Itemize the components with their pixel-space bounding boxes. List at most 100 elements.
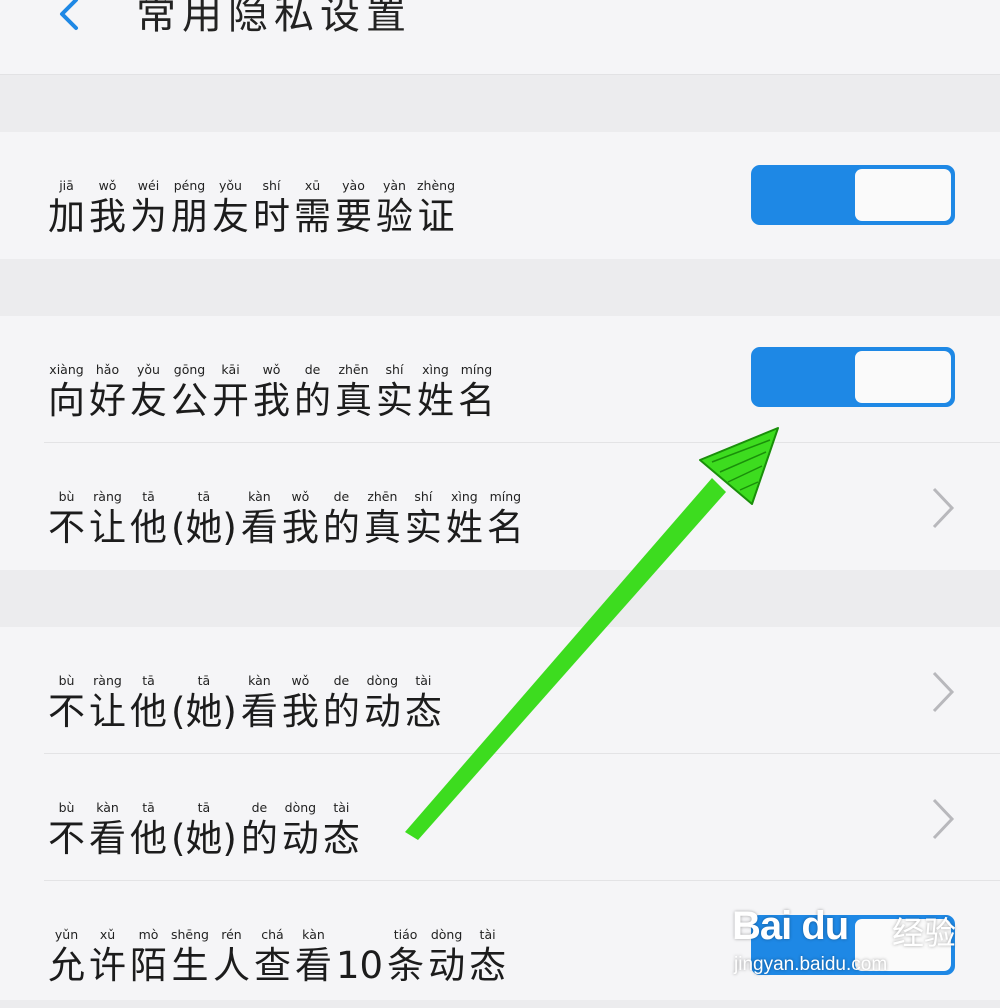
label-char: 动dòng [363, 673, 401, 733]
pinyin: mò [130, 927, 167, 942]
pinyin: tài [469, 927, 507, 942]
pinyin: de [294, 362, 331, 377]
pinyin: dòng [428, 927, 466, 942]
chevron-right-icon [932, 671, 955, 713]
pinyin: bù [48, 489, 85, 504]
label-char: 开kāi [212, 362, 249, 422]
label-char: 公gōng [171, 362, 208, 422]
label-char: 看kàn [294, 927, 332, 987]
label-char: 不bù [48, 800, 85, 860]
label-char: 友yǒu [130, 362, 167, 422]
public-real-name-toggle[interactable] [751, 347, 955, 407]
pinyin: xǔ [89, 927, 126, 942]
toggle-knob [855, 169, 951, 221]
label-char: 态tài [322, 800, 360, 860]
label-char: 的de [240, 800, 278, 860]
label-char: 姓xìng [445, 489, 483, 549]
label-char: (她)tā [171, 800, 237, 860]
label-char: 我wǒ [281, 489, 319, 549]
setting-label: 允yǔn 许xǔ 陌mò 生shēng 人rén 查chá 看kàn 10 条tiáo 动dòn… [48, 927, 510, 984]
label-char: 姓xìng [417, 362, 454, 422]
page-title: 常用隐私设置 [136, 0, 412, 38]
pinyin: yǔn [48, 927, 85, 942]
setting-label: 向xiàng 好hǎo 友yǒu 公gōng 开kāi 我wǒ 的de 真zhēn 实shí 姓x… [48, 362, 499, 419]
label-char: 陌mò [130, 927, 167, 987]
label-char: 他tā [130, 800, 167, 860]
pinyin: de [322, 673, 360, 688]
label-char: 我wǒ [253, 362, 290, 422]
label-char: 我wǒ [89, 178, 126, 238]
pinyin: dòng [363, 673, 401, 688]
pinyin: kàn [89, 800, 126, 815]
pinyin: gōng [171, 362, 208, 377]
label-char: 真zhēn [335, 362, 372, 422]
chevron-left-icon[interactable] [48, 0, 92, 38]
pinyin: ràng [89, 673, 126, 688]
pinyin [336, 931, 383, 949]
pinyin: bù [48, 673, 85, 688]
label-char: 友yǒu [212, 178, 249, 238]
label-char: 态tài [469, 927, 507, 987]
pinyin: xìng [445, 489, 483, 504]
header: 常用隐私设置 [0, 0, 1000, 75]
pinyin: xiàng [48, 362, 85, 377]
pinyin: kàn [240, 673, 278, 688]
label-char: 需xū [294, 178, 331, 238]
pinyin: wéi [130, 178, 167, 193]
pinyin: kàn [240, 489, 278, 504]
baidu-jingyan-watermark: Bai du 经验 jingyan.baidu.com [732, 904, 992, 982]
pinyin: zhèng [417, 178, 456, 193]
pinyin: hǎo [89, 362, 126, 377]
pinyin: shí [253, 178, 290, 193]
label-char: 向xiàng [48, 362, 85, 422]
label-char: 态tài [404, 673, 442, 733]
setting-row-public-real-name: 向xiàng 好hǎo 友yǒu 公gōng 开kāi 我wǒ 的de 真zhēn 实shí 姓x… [0, 316, 1000, 443]
watermark-logo: Bai du [732, 904, 849, 948]
label-char: 真zhēn [363, 489, 401, 549]
setting-label: 不bù 让ràng 他tā (她)tā 看kàn 我wǒ 的de 真zhēn 实shí 姓xìng… [48, 489, 528, 546]
chevron-right-icon [932, 487, 955, 529]
pinyin: tā [130, 673, 167, 688]
label-char: 朋péng [171, 178, 208, 238]
label-char: 生shēng [171, 927, 209, 987]
label-char: 10 [336, 931, 383, 984]
pinyin: ràng [89, 489, 126, 504]
setting-row-not-view-moments[interactable]: 不bù 看kàn 他tā (她)tā 的de 动dòng 态tài [0, 754, 1000, 881]
setting-label: 加jiā 我wǒ 为wéi 朋péng 友yǒu 时shí 需xū 要yào 验yàn 证zhèn… [48, 178, 459, 235]
label-char: 验yàn [376, 178, 413, 238]
pinyin: péng [171, 178, 208, 193]
pinyin: wǒ [281, 673, 319, 688]
pinyin: wǒ [253, 362, 290, 377]
label-char: 名míng [458, 362, 495, 422]
pinyin: shí [376, 362, 413, 377]
pinyin: tā [171, 489, 237, 504]
pinyin: xìng [417, 362, 454, 377]
label-char: 加jiā [48, 178, 85, 238]
label-char: 好hǎo [89, 362, 126, 422]
pinyin: de [322, 489, 360, 504]
pinyin: yào [335, 178, 372, 193]
settings-group-verification: 加jiā 我wǒ 为wéi 朋péng 友yǒu 时shí 需xū 要yào 验yàn 证zhèn… [0, 132, 1000, 259]
label-char: 看kàn [240, 489, 278, 549]
label-char: 的de [322, 489, 360, 549]
label-char: 不bù [48, 489, 85, 549]
label-char: 我wǒ [281, 673, 319, 733]
pinyin: de [240, 800, 278, 815]
pinyin: yǒu [130, 362, 167, 377]
pinyin: zhēn [363, 489, 401, 504]
setting-row-hide-moments[interactable]: 不bù 让ràng 他tā (她)tā 看kàn 我wǒ 的de 动dòng 态tài [0, 627, 1000, 754]
label-char: 的de [322, 673, 360, 733]
pinyin: shēng [171, 927, 209, 942]
verify-friend-toggle[interactable] [751, 165, 955, 225]
pinyin: yǒu [212, 178, 249, 193]
label-char: 实shí [404, 489, 442, 549]
label-char: 人rén [212, 927, 250, 987]
setting-row-hide-real-name[interactable]: 不bù 让ràng 他tā (她)tā 看kàn 我wǒ 的de 真zhēn 实shí 姓xìng… [0, 443, 1000, 570]
label-char: 动dòng [428, 927, 466, 987]
label-char: 让ràng [89, 489, 126, 549]
label-char: 他tā [130, 489, 167, 549]
label-char: 不bù [48, 673, 85, 733]
setting-label: 不bù 看kàn 他tā (她)tā 的de 动dòng 态tài [48, 800, 364, 857]
label-char: 为wéi [130, 178, 167, 238]
label-char: 要yào [335, 178, 372, 238]
